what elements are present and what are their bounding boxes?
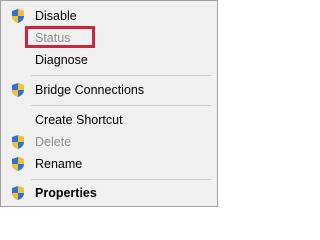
menu-item-label: Create Shortcut: [35, 113, 123, 127]
shield-icon: [12, 9, 24, 23]
menu-separator: [31, 75, 211, 76]
menu-item-rename[interactable]: Rename: [1, 153, 217, 175]
status-highlight-box: [25, 26, 95, 48]
menu-separator: [31, 105, 211, 106]
menu-item-label: Bridge Connections: [35, 83, 145, 97]
shield-icon: [12, 83, 24, 97]
shield-icon: [12, 157, 24, 171]
menu-item-create-shortcut[interactable]: Create Shortcut: [1, 109, 217, 131]
menu-item-bridge-connections[interactable]: Bridge Connections: [1, 79, 217, 101]
menu-item-diagnose[interactable]: Diagnose: [1, 49, 217, 71]
menu-item-label: Properties: [35, 186, 97, 200]
menu-separator: [31, 179, 211, 180]
menu-item-label: Disable: [35, 9, 77, 23]
context-menu: Disable Status Diagnose Bridge Connectio…: [0, 0, 218, 207]
menu-item-properties[interactable]: Properties: [1, 182, 217, 204]
menu-item-label: Diagnose: [35, 53, 88, 67]
menu-item-delete[interactable]: Delete: [1, 131, 217, 153]
menu-item-disable[interactable]: Disable: [1, 5, 217, 27]
menu-item-label: Delete: [35, 135, 72, 149]
shield-icon: [12, 186, 24, 200]
menu-item-label: Rename: [35, 157, 83, 171]
shield-icon: [12, 135, 24, 149]
